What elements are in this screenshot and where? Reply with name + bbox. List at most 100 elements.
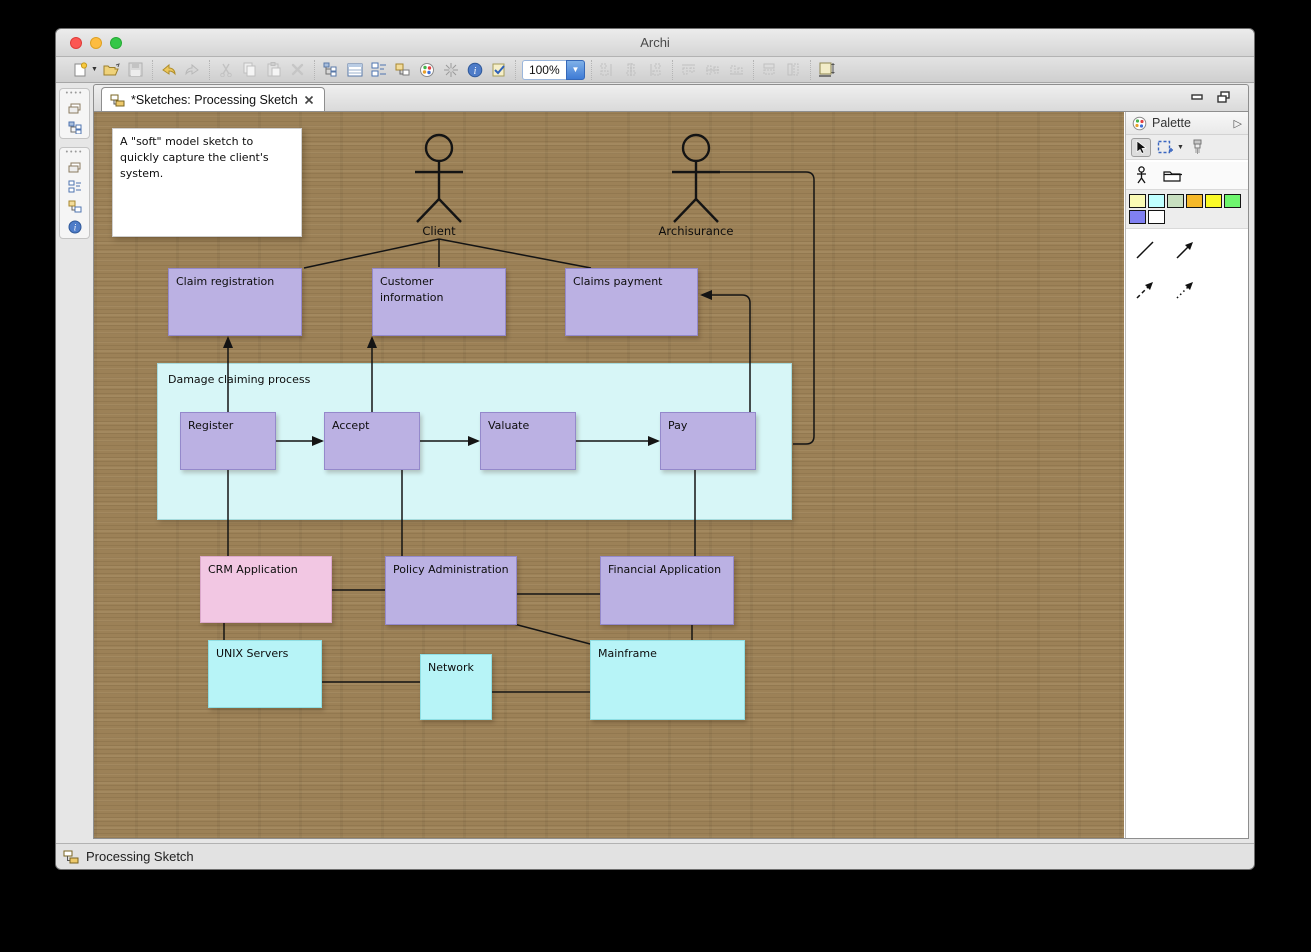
box-pay[interactable]: Pay [660, 412, 756, 470]
sticky-group-tool[interactable] [1162, 168, 1182, 183]
app-window: Archi ▼ [55, 28, 1255, 870]
sketch-icon [110, 94, 125, 107]
connection-client-claim-registration[interactable] [304, 239, 439, 268]
default-size-icon[interactable] [817, 60, 837, 80]
palette-panel: Palette ▷ ▼ [1125, 112, 1248, 838]
paste-icon [264, 60, 284, 80]
palette-color-swatch-2[interactable] [1167, 194, 1184, 208]
delete-icon [288, 60, 308, 80]
properties-table-icon[interactable] [345, 60, 365, 80]
tab-processing-sketch[interactable]: *Sketches: Processing Sketch [101, 87, 325, 112]
preferences-sparkle-icon[interactable] [441, 60, 461, 80]
maximize-view-icon[interactable] [1216, 91, 1232, 105]
drag-handle-icon[interactable]: •••• [66, 91, 84, 96]
align-right-icon [646, 60, 666, 80]
box-claims-payment[interactable]: Claims payment [565, 268, 698, 336]
palette-color-swatch-5[interactable] [1224, 194, 1241, 208]
box-financial-application[interactable]: Financial Application [600, 556, 734, 625]
dashed-arrow-line-tool[interactable] [1134, 279, 1156, 301]
align-center-icon [622, 60, 642, 80]
tab-close-icon[interactable] [304, 95, 314, 105]
connection-pay-claims-payment[interactable] [702, 295, 750, 412]
outline-view-icon[interactable] [369, 60, 389, 80]
line-tool[interactable] [1134, 239, 1156, 261]
actor-archisurance-figure[interactable] [672, 135, 720, 222]
navigator-icon[interactable] [393, 60, 413, 80]
format-painter-tool[interactable] [1190, 139, 1205, 155]
box-register[interactable]: Register [180, 412, 276, 470]
actor-client-figure[interactable] [415, 135, 463, 222]
box-accept[interactable]: Accept [324, 412, 420, 470]
zoom-combo[interactable]: 100% ▼ [522, 60, 585, 80]
align-middle-icon [703, 60, 723, 80]
palette-header[interactable]: Palette ▷ [1126, 112, 1248, 135]
palette-color-swatch-1[interactable] [1148, 194, 1165, 208]
marquee-tool[interactable] [1157, 139, 1174, 155]
box-policy-administration[interactable]: Policy Administration [385, 556, 517, 625]
box-mainframe[interactable]: Mainframe [590, 640, 745, 720]
undo-icon[interactable] [159, 60, 179, 80]
align-bottom-icon [727, 60, 747, 80]
new-dropdown-icon[interactable]: ▼ [91, 66, 98, 73]
connection-archisurance-process[interactable] [720, 172, 814, 444]
connection-client-claims-payment[interactable] [439, 239, 591, 268]
status-text: Processing Sketch [86, 849, 194, 864]
palette-color-swatch-4[interactable] [1205, 194, 1222, 208]
actor-client-label[interactable]: Client [422, 224, 455, 238]
connection-policy-mainframe[interactable] [514, 624, 594, 645]
info-view-icon[interactable]: i [68, 220, 82, 234]
box-network[interactable]: Network [420, 654, 492, 720]
palette-color-swatch-3[interactable] [1186, 194, 1203, 208]
outline-view-icon[interactable] [68, 180, 82, 193]
main-toolbar: ▼ [56, 57, 1254, 83]
drag-handle-icon[interactable]: •••• [66, 150, 84, 155]
zoom-dropdown-icon[interactable]: ▼ [566, 60, 585, 80]
model-tree-view-icon[interactable] [68, 121, 82, 134]
open-folder-icon[interactable] [102, 60, 122, 80]
restore-view-icon[interactable] [68, 162, 81, 173]
match-height-icon [784, 60, 804, 80]
sketch-icon [63, 850, 79, 864]
palette-line-tools [1126, 229, 1238, 311]
model-tree-icon[interactable] [321, 60, 341, 80]
box-valuate[interactable]: Valuate [480, 412, 576, 470]
dotted-arrow-line-tool[interactable] [1174, 279, 1196, 301]
marquee-dropdown-icon[interactable]: ▼ [1177, 144, 1184, 151]
box-customer-information[interactable]: Customer information [372, 268, 506, 336]
zoom-value[interactable]: 100% [522, 60, 566, 80]
actor-tool[interactable] [1135, 166, 1148, 186]
validate-icon[interactable] [489, 60, 509, 80]
new-document-icon[interactable] [70, 60, 90, 80]
actor-archisurance-label[interactable]: Archisurance [659, 224, 734, 238]
color-scheme-icon[interactable] [417, 60, 437, 80]
minimize-view-icon[interactable] [1190, 91, 1206, 105]
select-cursor-tool[interactable] [1131, 138, 1151, 157]
svg-text:i: i [474, 66, 477, 77]
palette-color-swatch-0[interactable] [1129, 194, 1146, 208]
box-unix-servers[interactable]: UNIX Servers [208, 640, 322, 708]
restore-view-icon[interactable] [68, 103, 81, 114]
palette-color-swatch-7[interactable] [1148, 210, 1165, 224]
editor-content: A "soft" model sketch to quickly capture… [93, 111, 1249, 839]
match-width-icon [760, 60, 780, 80]
arrow-line-tool[interactable] [1174, 239, 1196, 261]
sketch-canvas[interactable]: A "soft" model sketch to quickly capture… [94, 112, 1124, 838]
save-icon [126, 60, 146, 80]
palette-elements-row [1126, 160, 1248, 190]
palette-collapse-icon[interactable]: ▷ [1234, 117, 1242, 130]
palette-color-swatch-6[interactable] [1129, 210, 1146, 224]
box-crm-application[interactable]: CRM Application [200, 556, 332, 623]
sketch-note[interactable]: A "soft" model sketch to quickly capture… [112, 128, 302, 237]
navigator-view-icon[interactable] [68, 200, 82, 213]
box-claim-registration[interactable]: Claim registration [168, 268, 302, 336]
copy-icon [240, 60, 260, 80]
tab-label: *Sketches: Processing Sketch [131, 93, 298, 107]
align-left-icon [598, 60, 618, 80]
info-icon[interactable]: i [465, 60, 485, 80]
palette-title: Palette [1152, 116, 1191, 130]
palette-icon [1132, 116, 1147, 131]
fastview-bar: •••• •••• i [56, 84, 93, 839]
fastview-group-models: •••• [59, 88, 90, 139]
tab-strip: *Sketches: Processing Sketch [93, 84, 1249, 111]
status-bar: Processing Sketch [56, 843, 1254, 869]
